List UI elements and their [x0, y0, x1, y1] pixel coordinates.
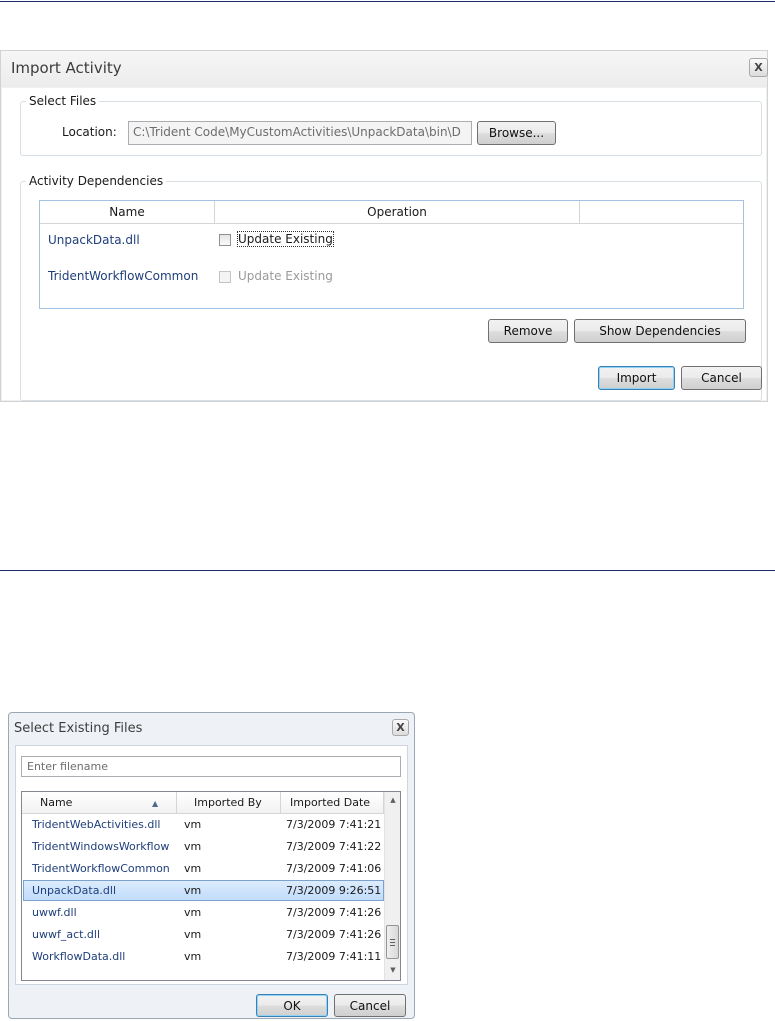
list-item[interactable]: uwwf.dll vm 7/3/2009 7:41:26 — [23, 902, 384, 923]
imported-by: vm — [184, 928, 202, 941]
imported-by: vm — [184, 884, 202, 897]
imported-date: 7/3/2009 7:41:26 — [286, 906, 382, 919]
dialog-title: Select Existing Files — [14, 721, 143, 736]
imported-by: vm — [184, 818, 202, 831]
list-item[interactable]: TridentWindowsWorkflow vm 7/3/2009 7:41:… — [23, 836, 384, 857]
cancel-button[interactable]: Cancel — [334, 994, 406, 1017]
file-name: TridentWebActivities.dll — [32, 818, 161, 831]
dialog-title: Import Activity — [11, 59, 122, 77]
location-field[interactable]: C:\Trident Code\MyCustomActivities\Unpac… — [128, 121, 472, 145]
column-header-extra — [580, 201, 743, 223]
activity-dependencies-legend: Activity Dependencies — [29, 174, 164, 188]
ok-button[interactable]: OK — [256, 994, 328, 1017]
page-divider-middle — [0, 570, 775, 571]
scroll-down-arrow-icon[interactable]: ▼ — [385, 962, 400, 978]
column-header-imported-date[interactable]: Imported Date — [281, 792, 384, 813]
list-item-selected[interactable]: UnpackData.dll vm 7/3/2009 9:26:51 — [23, 880, 384, 901]
show-dependencies-button[interactable]: Show Dependencies — [574, 319, 746, 343]
dependency-name-2: TridentWorkflowCommon — [48, 269, 199, 283]
scrollbar-thumb[interactable] — [386, 925, 399, 959]
location-label: Location: — [62, 125, 117, 139]
import-activity-dialog: Import Activity X Select Files Location:… — [0, 50, 768, 402]
file-name: TridentWorkflowCommon — [32, 862, 170, 875]
imported-date: 7/3/2009 7:41:21 — [286, 818, 382, 831]
close-button[interactable]: X — [392, 719, 409, 736]
close-icon: X — [396, 721, 405, 734]
close-button[interactable]: X — [749, 58, 768, 77]
column-header-name[interactable]: Name — [40, 201, 215, 223]
imported-by: vm — [184, 950, 202, 963]
close-icon: X — [754, 61, 763, 74]
column-header-name-label: Name — [40, 796, 73, 809]
column-header-operation[interactable]: Operation — [215, 201, 580, 223]
remove-button[interactable]: Remove — [488, 319, 568, 343]
files-list: Name ▲ Imported By Imported Date Trident… — [21, 791, 401, 981]
column-header-imported-by[interactable]: Imported By — [177, 792, 281, 813]
select-files-legend: Select Files — [29, 94, 97, 108]
imported-date: 7/3/2009 7:41:11 — [286, 950, 382, 963]
dialog-content: Name ▲ Imported By Imported Date Trident… — [15, 745, 408, 985]
update-existing-label-1[interactable]: Update Existing — [237, 231, 334, 247]
vertical-scrollbar[interactable]: ▲ ▼ — [384, 792, 400, 980]
imported-by: vm — [184, 906, 202, 919]
imported-by: vm — [184, 862, 202, 875]
file-name: uwwf_act.dll — [32, 928, 101, 941]
grid-header: Name Operation — [40, 201, 743, 224]
imported-date: 7/3/2009 7:41:22 — [286, 840, 382, 853]
grip-line — [390, 942, 395, 943]
dialog-content: Select Files Location: C:\Trident Code\M… — [2, 88, 766, 401]
update-existing-checkbox-1[interactable] — [219, 234, 231, 246]
list-item[interactable]: uwwf_act.dll vm 7/3/2009 7:41:26 — [23, 924, 384, 945]
list-item[interactable]: WorkflowData.dll vm 7/3/2009 7:41:11 — [23, 946, 384, 967]
grip-line — [390, 939, 395, 940]
column-header-name[interactable]: Name ▲ — [22, 792, 177, 813]
page-divider-top — [0, 1, 775, 2]
import-button[interactable]: Import — [598, 366, 675, 390]
imported-by: vm — [184, 840, 202, 853]
file-name: TridentWindowsWorkflow — [32, 840, 170, 853]
dependency-name-1: UnpackData.dll — [48, 233, 140, 247]
scroll-up-arrow-icon[interactable]: ▲ — [385, 792, 400, 808]
cancel-button[interactable]: Cancel — [681, 366, 762, 390]
title-bar: Import Activity X — [1, 51, 768, 87]
file-name: WorkflowData.dll — [32, 950, 126, 963]
select-existing-files-dialog: Select Existing Files X Name ▲ Imported … — [8, 712, 415, 1019]
update-existing-checkbox-2[interactable] — [219, 271, 231, 283]
sort-ascending-icon: ▲ — [152, 799, 159, 808]
imported-date: 7/3/2009 7:41:26 — [286, 928, 382, 941]
list-item[interactable]: TridentWorkflowCommon vm 7/3/2009 7:41:0… — [23, 858, 384, 879]
filename-search-input[interactable] — [21, 756, 401, 777]
file-name: UnpackData.dll — [32, 884, 117, 897]
grip-line — [390, 945, 395, 946]
update-existing-label-2: Update Existing — [238, 269, 333, 283]
file-name: uwwf.dll — [32, 906, 77, 919]
imported-date: 7/3/2009 7:41:06 — [286, 862, 382, 875]
dependencies-grid: Name Operation — [39, 200, 744, 309]
imported-date: 7/3/2009 9:26:51 — [286, 884, 382, 897]
list-header: Name ▲ Imported By Imported Date — [22, 792, 384, 814]
browse-button[interactable]: Browse... — [477, 121, 556, 145]
list-item[interactable]: TridentWebActivities.dll vm 7/3/2009 7:4… — [23, 814, 384, 835]
